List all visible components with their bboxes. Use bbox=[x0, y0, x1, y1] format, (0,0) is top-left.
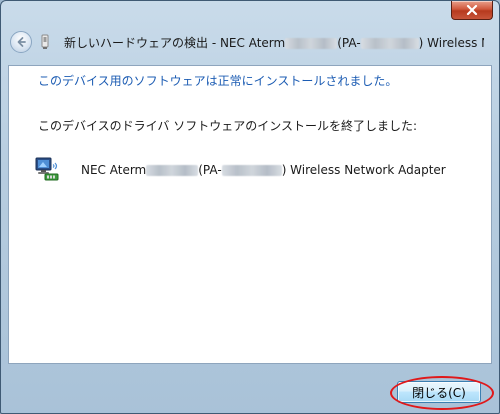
redacted-model bbox=[285, 37, 338, 49]
window-title: 新しいハードウェアの検出 - NEC Aterm (PA- ) Wireless N… bbox=[64, 34, 484, 51]
device-name-prefix: NEC Aterm bbox=[81, 163, 147, 177]
network-adapter-icon bbox=[35, 157, 59, 181]
device-icon bbox=[40, 33, 54, 51]
title-prefix: 新しいハードウェアの検出 - NEC Aterm bbox=[64, 35, 286, 50]
dialog-window: 新しいハードウェアの検出 - NEC Aterm (PA- ) Wireless N… bbox=[0, 0, 500, 414]
title-suffix: ) Wireless Netw bbox=[418, 35, 484, 50]
close-icon bbox=[466, 5, 478, 15]
title-mid: (PA- bbox=[337, 35, 361, 50]
redacted-model bbox=[221, 165, 282, 176]
device-name: NEC Aterm (PA- ) Wireless Network Adapter bbox=[81, 163, 446, 177]
dialog-header: 新しいハードウェアの検出 - NEC Aterm (PA- ) Wireless N… bbox=[2, 27, 498, 57]
close-button[interactable]: 閉じる(C) bbox=[397, 381, 481, 403]
device-name-mid: (PA- bbox=[198, 163, 222, 177]
device-name-suffix: ) Wireless Network Adapter bbox=[281, 163, 446, 177]
back-button[interactable] bbox=[10, 31, 32, 53]
redacted-model bbox=[360, 37, 419, 49]
back-arrow-icon bbox=[17, 37, 26, 47]
redacted-model bbox=[146, 165, 199, 176]
success-message: このデバイス用のソフトウェアは正常にインストールされました。 bbox=[38, 74, 398, 88]
installed-device: NEC Aterm (PA- ) Wireless Network Adapter bbox=[33, 156, 446, 184]
dialog-content: このデバイス用のソフトウェアは正常にインストールされました。 このデバイスのドラ… bbox=[8, 65, 492, 364]
finished-message: このデバイスのドライバ ソフトウェアのインストールを終了しました: bbox=[38, 119, 418, 133]
dialog-footer: 閉じる(C) bbox=[2, 364, 498, 413]
window-close-button[interactable] bbox=[451, 1, 493, 20]
